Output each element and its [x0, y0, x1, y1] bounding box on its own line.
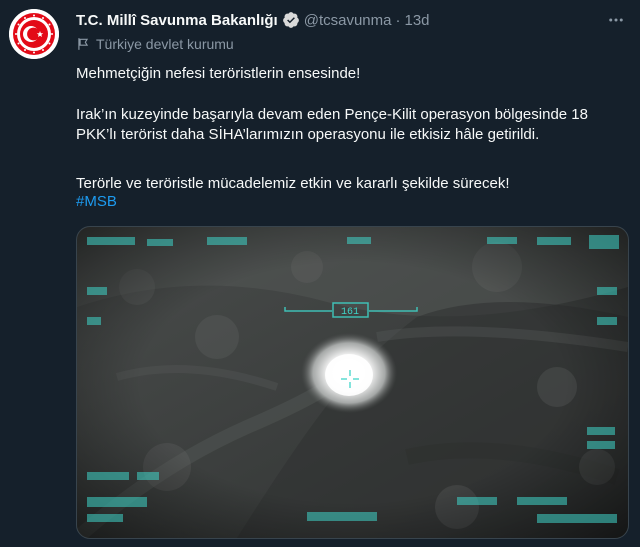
tweet-header: T.C. Millî Savunma Bakanlığı @tcsavunma …: [76, 9, 628, 31]
account-handle[interactable]: @tcsavunma: [304, 12, 392, 29]
tweet: T.C. Millî Savunma Bakanlığı @tcsavunma …: [0, 0, 640, 547]
avatar[interactable]: [9, 9, 59, 59]
government-label[interactable]: Türkiye devlet kurumu: [76, 36, 234, 52]
account-name[interactable]: T.C. Millî Savunma Bakanlığı: [76, 12, 278, 29]
hud-heading-text: 161: [341, 307, 359, 318]
government-label-text: Türkiye devlet kurumu: [96, 36, 234, 52]
government-flag-icon: [78, 38, 89, 50]
tweet-text-line-3: Terörle ve teröristle mücadelemiz etkin …: [76, 175, 510, 192]
verified-badge-icon: [282, 11, 300, 29]
more-options-icon[interactable]: [604, 9, 628, 31]
separator-dot: ·: [395, 11, 401, 29]
hashtag-link[interactable]: #MSB: [76, 193, 117, 210]
drone-footage: 161: [77, 227, 628, 538]
msb-logo: [9, 9, 59, 59]
tweet-timestamp[interactable]: 13d: [404, 12, 429, 29]
tweet-text-line-1: Mehmetçiğin nefesi teröristlerin ensesin…: [76, 65, 361, 82]
tweet-text-line-2: Irak’ın kuzeyinde başarıyla devam eden P…: [76, 106, 588, 143]
tweet-media-image[interactable]: 161: [76, 226, 629, 539]
